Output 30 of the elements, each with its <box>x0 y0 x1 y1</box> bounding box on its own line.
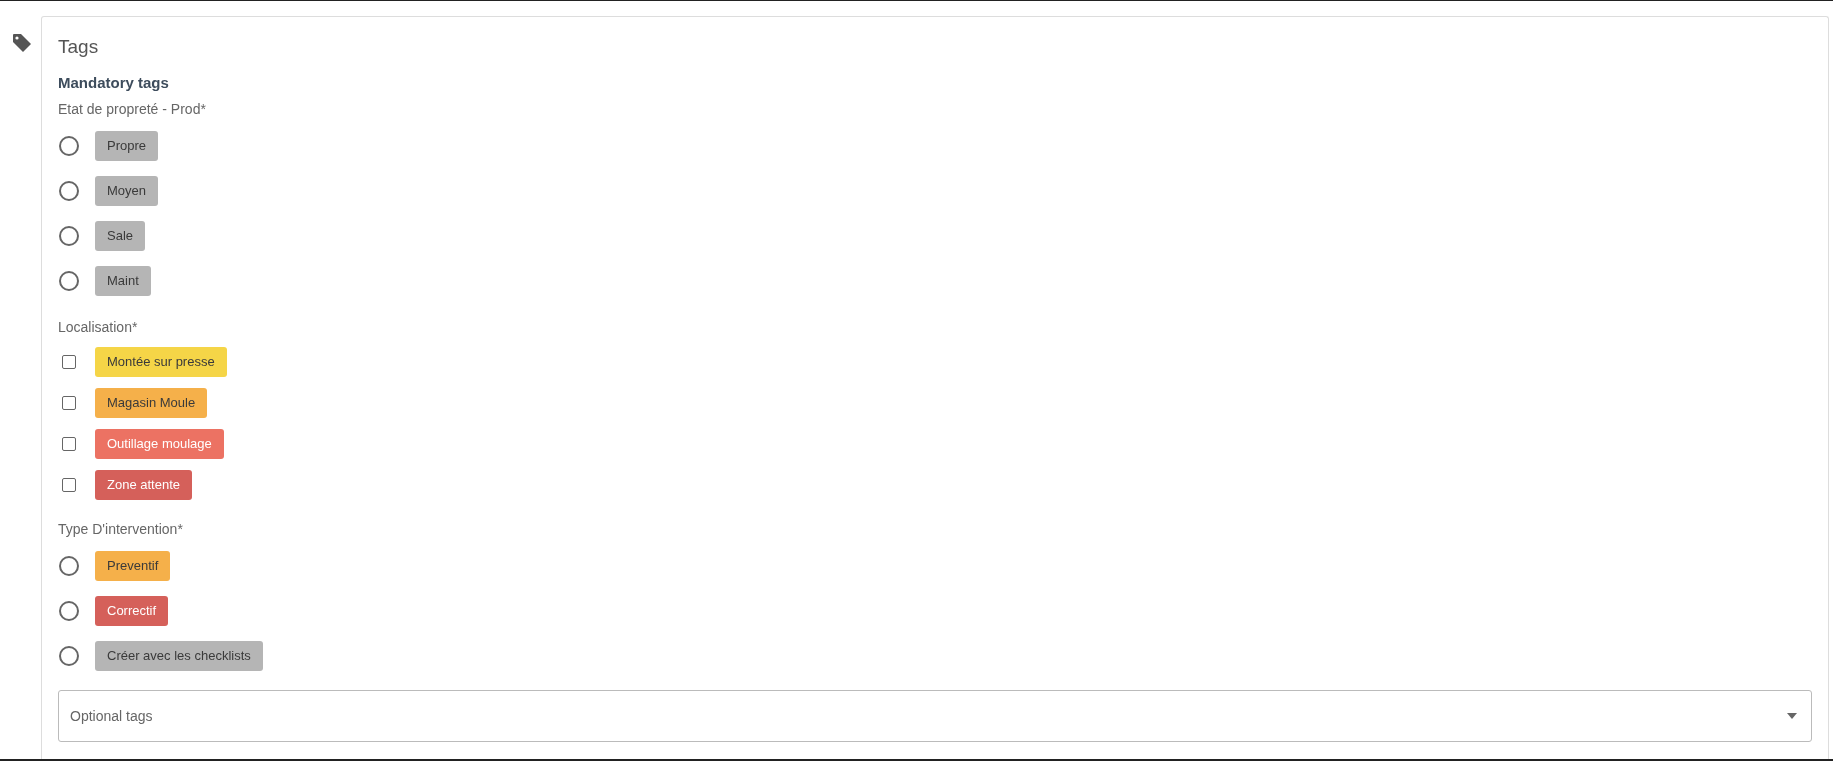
radio-button[interactable] <box>59 225 79 246</box>
radio-button[interactable] <box>59 645 79 666</box>
optional-tags-select[interactable]: Optional tags <box>58 690 1812 742</box>
caret-icon <box>1787 713 1797 719</box>
tag-label[interactable]: Créer avec les checklists <box>95 640 263 671</box>
tag-label[interactable]: Zone attente <box>95 469 192 500</box>
group-label: Type D'intervention* <box>58 520 184 539</box>
tag-label[interactable]: Maint <box>95 265 151 296</box>
radio-button[interactable] <box>59 135 79 156</box>
radio-button[interactable] <box>59 270 79 291</box>
checkbox[interactable] <box>62 395 76 410</box>
radio-button[interactable] <box>59 600 79 621</box>
checkbox[interactable] <box>62 354 76 369</box>
tag-icon <box>12 33 32 53</box>
checkbox[interactable] <box>62 436 76 451</box>
tag-label[interactable]: Propre <box>95 130 159 161</box>
section-subtitle: Mandatory tags <box>58 73 170 93</box>
tag-label[interactable]: Outillage moulage <box>95 428 224 459</box>
radio-button[interactable] <box>59 555 79 576</box>
tag-label[interactable]: Moyen <box>95 175 159 206</box>
tag-label[interactable]: Preventif <box>95 550 171 581</box>
tag-label[interactable]: Montée sur presse <box>95 346 227 377</box>
tag-label[interactable]: Sale <box>95 220 146 251</box>
group-label: Etat de propreté - Prod* <box>58 100 207 119</box>
radio-button[interactable] <box>59 180 79 201</box>
tag-label[interactable]: Magasin Moule <box>95 387 208 418</box>
group-label: Localisation* <box>58 318 139 337</box>
tag-label[interactable]: Correctif <box>95 595 169 626</box>
section-title: Tags <box>58 35 100 59</box>
checkbox[interactable] <box>62 477 76 492</box>
